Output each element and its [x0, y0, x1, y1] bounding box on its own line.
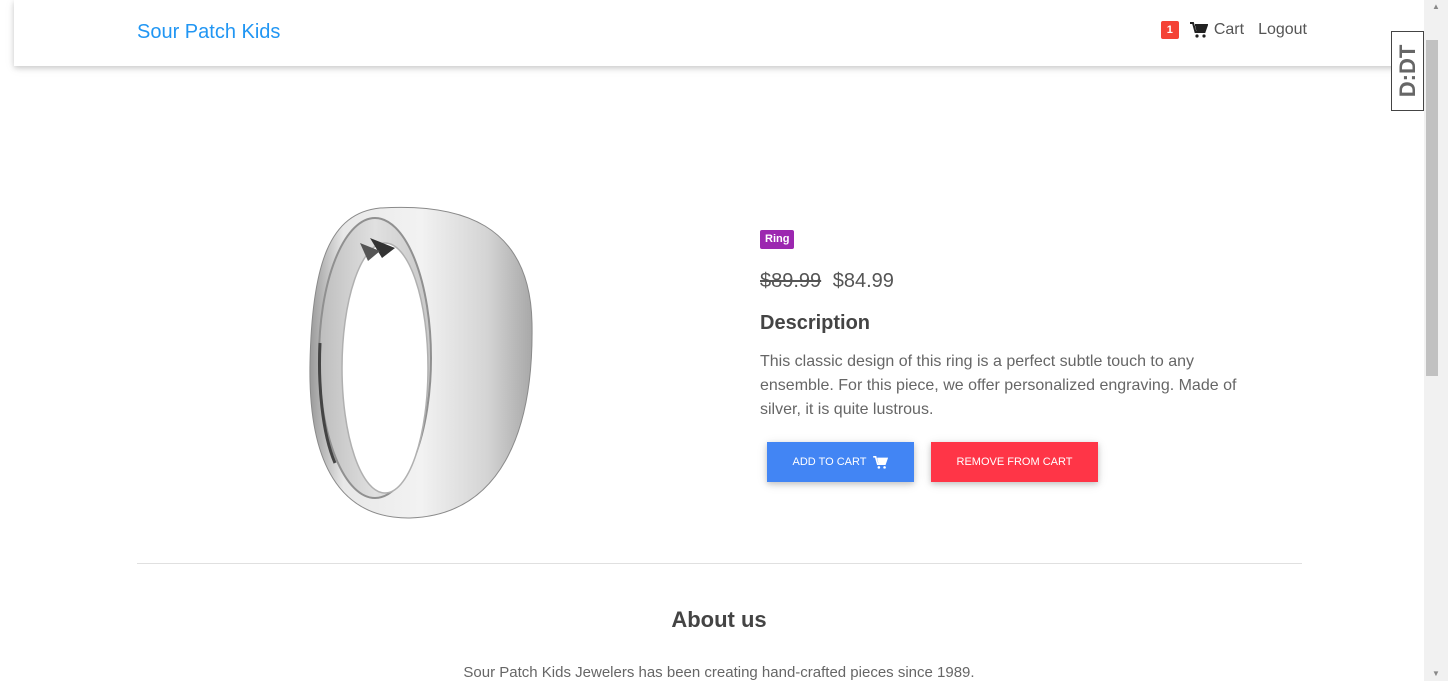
cart-icon: [873, 455, 889, 469]
add-to-cart-label: ADD TO CART: [792, 456, 867, 468]
top-navbar: Sour Patch Kids 1 Cart Logout: [14, 0, 1424, 66]
scroll-thumb[interactable]: [1426, 40, 1438, 376]
cart-count-badge: 1: [1160, 21, 1179, 39]
old-price: $89.99: [760, 270, 822, 292]
about-text: Sour Patch Kids Jewelers has been creati…: [463, 664, 975, 681]
scroll-up-arrow-icon[interactable]: ▲: [1424, 0, 1448, 14]
ddt-extension-label: D:DT: [1394, 44, 1420, 98]
current-price: $84.99: [832, 270, 894, 292]
remove-from-cart-button[interactable]: REMOVE FROM CART: [931, 442, 1098, 482]
nav-right: 1 Cart Logout: [1160, 21, 1307, 39]
ddt-extension-badge[interactable]: D:DT: [1391, 31, 1424, 111]
cart-icon[interactable]: [1189, 22, 1208, 38]
about-heading: About us: [671, 607, 767, 632]
category-badge[interactable]: Ring: [760, 230, 795, 249]
price-row: $89.99 $84.99: [760, 270, 1260, 293]
description-text: This classic design of this ring is a pe…: [760, 353, 1237, 418]
brand-link[interactable]: Sour Patch Kids: [137, 21, 280, 44]
description-heading: Description: [760, 312, 871, 334]
product-ring-image: [309, 206, 533, 519]
add-to-cart-button[interactable]: ADD TO CART: [767, 442, 914, 482]
product-info: Ring $89.99 $84.99 Description This clas…: [760, 229, 1260, 482]
cart-link[interactable]: Cart: [1214, 21, 1244, 39]
section-divider: [137, 563, 1302, 564]
page-scrollbar[interactable]: ▲ ▼: [1424, 0, 1448, 681]
logout-link[interactable]: Logout: [1258, 21, 1307, 39]
action-buttons: ADD TO CART REMOVE FROM CART: [760, 442, 1260, 482]
